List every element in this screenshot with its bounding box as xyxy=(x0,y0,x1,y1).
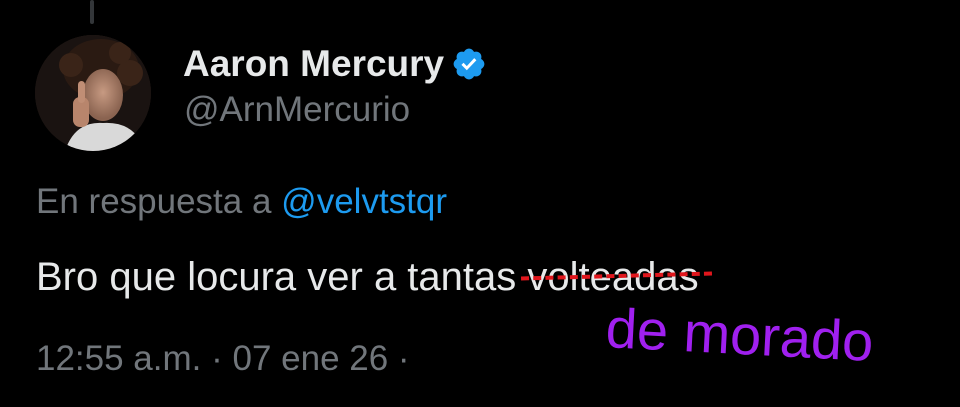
avatar[interactable] xyxy=(35,35,151,151)
tweet-text: Bro que locura ver a tantas volteadas xyxy=(36,255,713,300)
profile-photo-icon xyxy=(35,35,151,151)
struck-word: volteadas xyxy=(521,255,713,300)
verified-badge-icon[interactable] xyxy=(451,46,487,82)
tweet-text-main: Bro que locura ver a tantas xyxy=(36,255,528,299)
author-handle[interactable]: @ArnMercurio xyxy=(184,90,410,130)
author-name-row: Aaron Mercury xyxy=(183,41,487,87)
tweet-timestamp[interactable]: 12:55 a.m. · 07 ene 26 · xyxy=(36,339,410,379)
tweet-card: Aaron Mercury @ArnMercurio En respuesta … xyxy=(0,0,960,407)
handwritten-annotation: de morado xyxy=(604,296,876,373)
reply-context: En respuesta a @velvtstqr xyxy=(36,182,447,222)
reply-mention-link[interactable]: @velvtstqr xyxy=(281,182,447,221)
author-display-name[interactable]: Aaron Mercury xyxy=(183,43,444,85)
thread-connector-line xyxy=(90,0,94,24)
reply-prefix: En respuesta a xyxy=(36,182,272,221)
